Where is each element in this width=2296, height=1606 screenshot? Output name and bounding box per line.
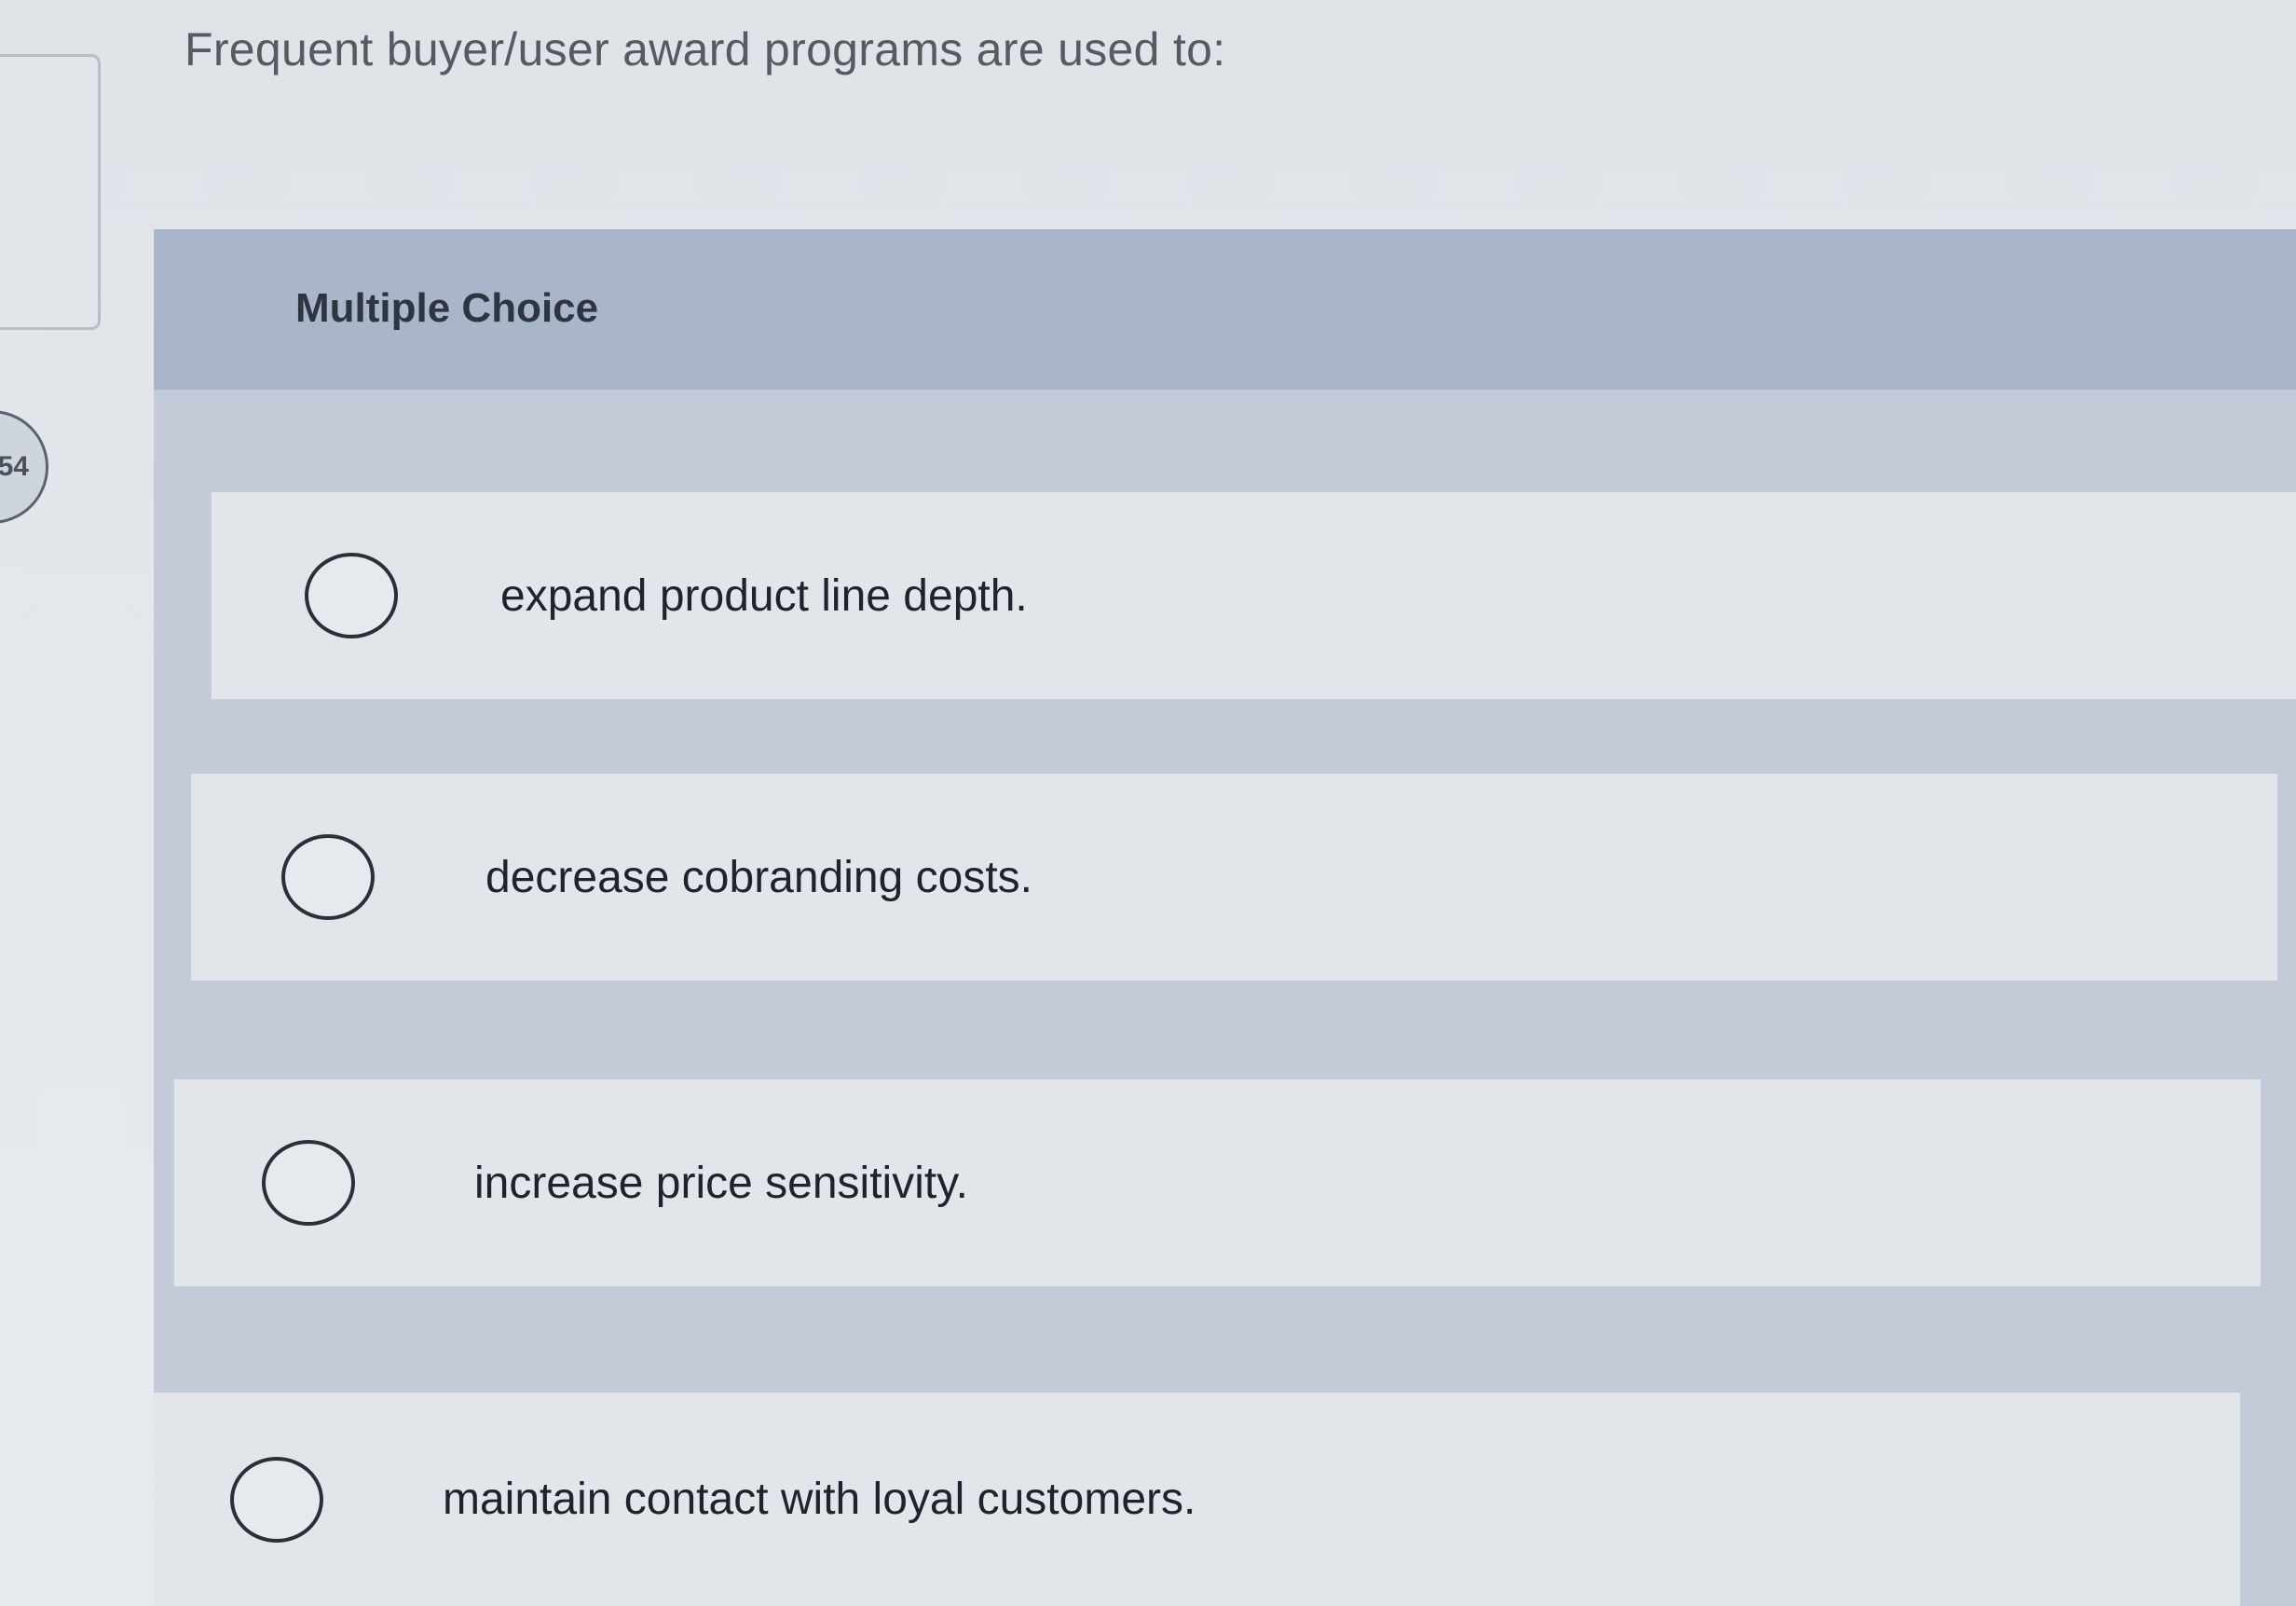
question-type-label: Multiple Choice (295, 285, 599, 331)
choice-option-2[interactable]: decrease cobranding costs. (191, 774, 2277, 981)
choice-option-4[interactable]: maintain contact with loyal customers. (154, 1393, 2240, 1606)
choice-label: increase price sensitivity. (474, 1158, 968, 1208)
radio-button-icon[interactable] (230, 1456, 323, 1543)
choice-option-1[interactable]: expand product line depth. (212, 492, 2296, 699)
left-side-panel (0, 54, 101, 330)
radio-button-icon[interactable] (305, 553, 398, 638)
choice-option-3[interactable]: increase price sensitivity. (174, 1079, 2261, 1286)
choice-label: maintain contact with loyal customers. (443, 1475, 1196, 1524)
choice-label: expand product line depth. (500, 570, 1028, 621)
question-number-badge[interactable]: 54 (0, 410, 48, 524)
question-text: Frequent buyer/user award programs are u… (184, 23, 1226, 75)
choice-list: expand product line depth. decrease cobr… (154, 390, 2296, 1606)
radio-button-icon[interactable] (281, 834, 375, 920)
question-panel: Multiple Choice expand product line dept… (154, 229, 2296, 1606)
radio-button-icon[interactable] (262, 1140, 355, 1226)
question-type-header: Multiple Choice (154, 229, 2296, 390)
choice-label: decrease cobranding costs. (485, 852, 1033, 902)
